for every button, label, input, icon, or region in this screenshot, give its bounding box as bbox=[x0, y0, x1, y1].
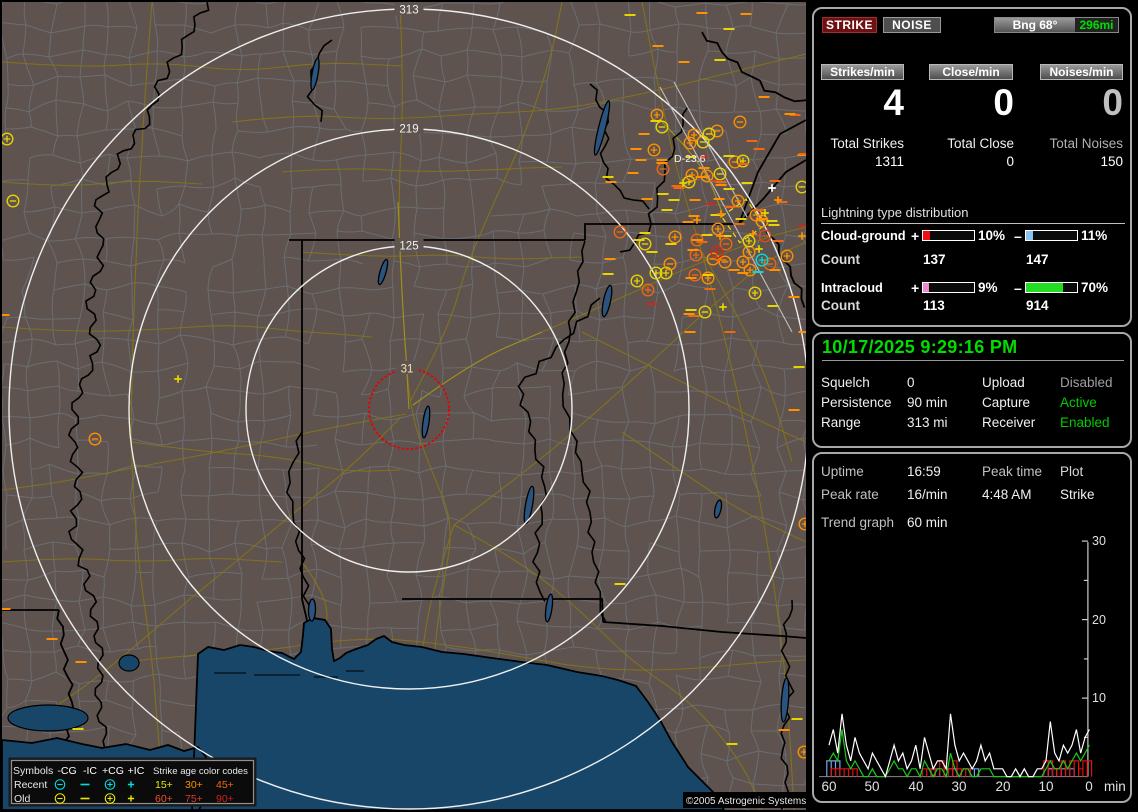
svg-text:50: 50 bbox=[864, 779, 879, 794]
svg-text:30: 30 bbox=[951, 779, 966, 794]
svg-text:20: 20 bbox=[1092, 613, 1106, 627]
svg-text:31: 31 bbox=[401, 364, 414, 376]
svg-text:125: 125 bbox=[399, 241, 418, 253]
svg-text:©2005 Astrogenic Systems: ©2005 Astrogenic Systems bbox=[686, 796, 806, 807]
svg-text:Symbols: Symbols bbox=[13, 765, 53, 777]
svg-text:-CG: -CG bbox=[57, 765, 76, 777]
svg-text:30: 30 bbox=[1092, 534, 1106, 548]
svg-text:D-23.6: D-23.6 bbox=[674, 153, 706, 165]
svg-text:60: 60 bbox=[821, 779, 836, 794]
svg-text:313: 313 bbox=[399, 5, 418, 17]
svg-text:Strike age color codes: Strike age color codes bbox=[153, 766, 248, 777]
svg-text:45+: 45+ bbox=[216, 779, 234, 791]
svg-text:40: 40 bbox=[908, 779, 923, 794]
svg-text:30+: 30+ bbox=[185, 779, 203, 791]
svg-text:Recent: Recent bbox=[14, 779, 47, 791]
svg-text:90+: 90+ bbox=[216, 793, 234, 805]
svg-text:+IC: +IC bbox=[128, 765, 145, 777]
svg-text:15+: 15+ bbox=[155, 779, 173, 791]
svg-text:+CG: +CG bbox=[102, 765, 124, 777]
svg-text:Old: Old bbox=[14, 793, 31, 805]
svg-text:10: 10 bbox=[1092, 691, 1106, 705]
svg-text:60+: 60+ bbox=[155, 793, 173, 805]
svg-text:min: min bbox=[1104, 779, 1126, 794]
svg-text:219: 219 bbox=[399, 124, 418, 136]
svg-text:75+: 75+ bbox=[185, 793, 203, 805]
svg-text:-IC: -IC bbox=[83, 765, 97, 777]
svg-text:20: 20 bbox=[995, 779, 1010, 794]
svg-text:0: 0 bbox=[1085, 779, 1093, 794]
svg-text:10: 10 bbox=[1038, 779, 1053, 794]
